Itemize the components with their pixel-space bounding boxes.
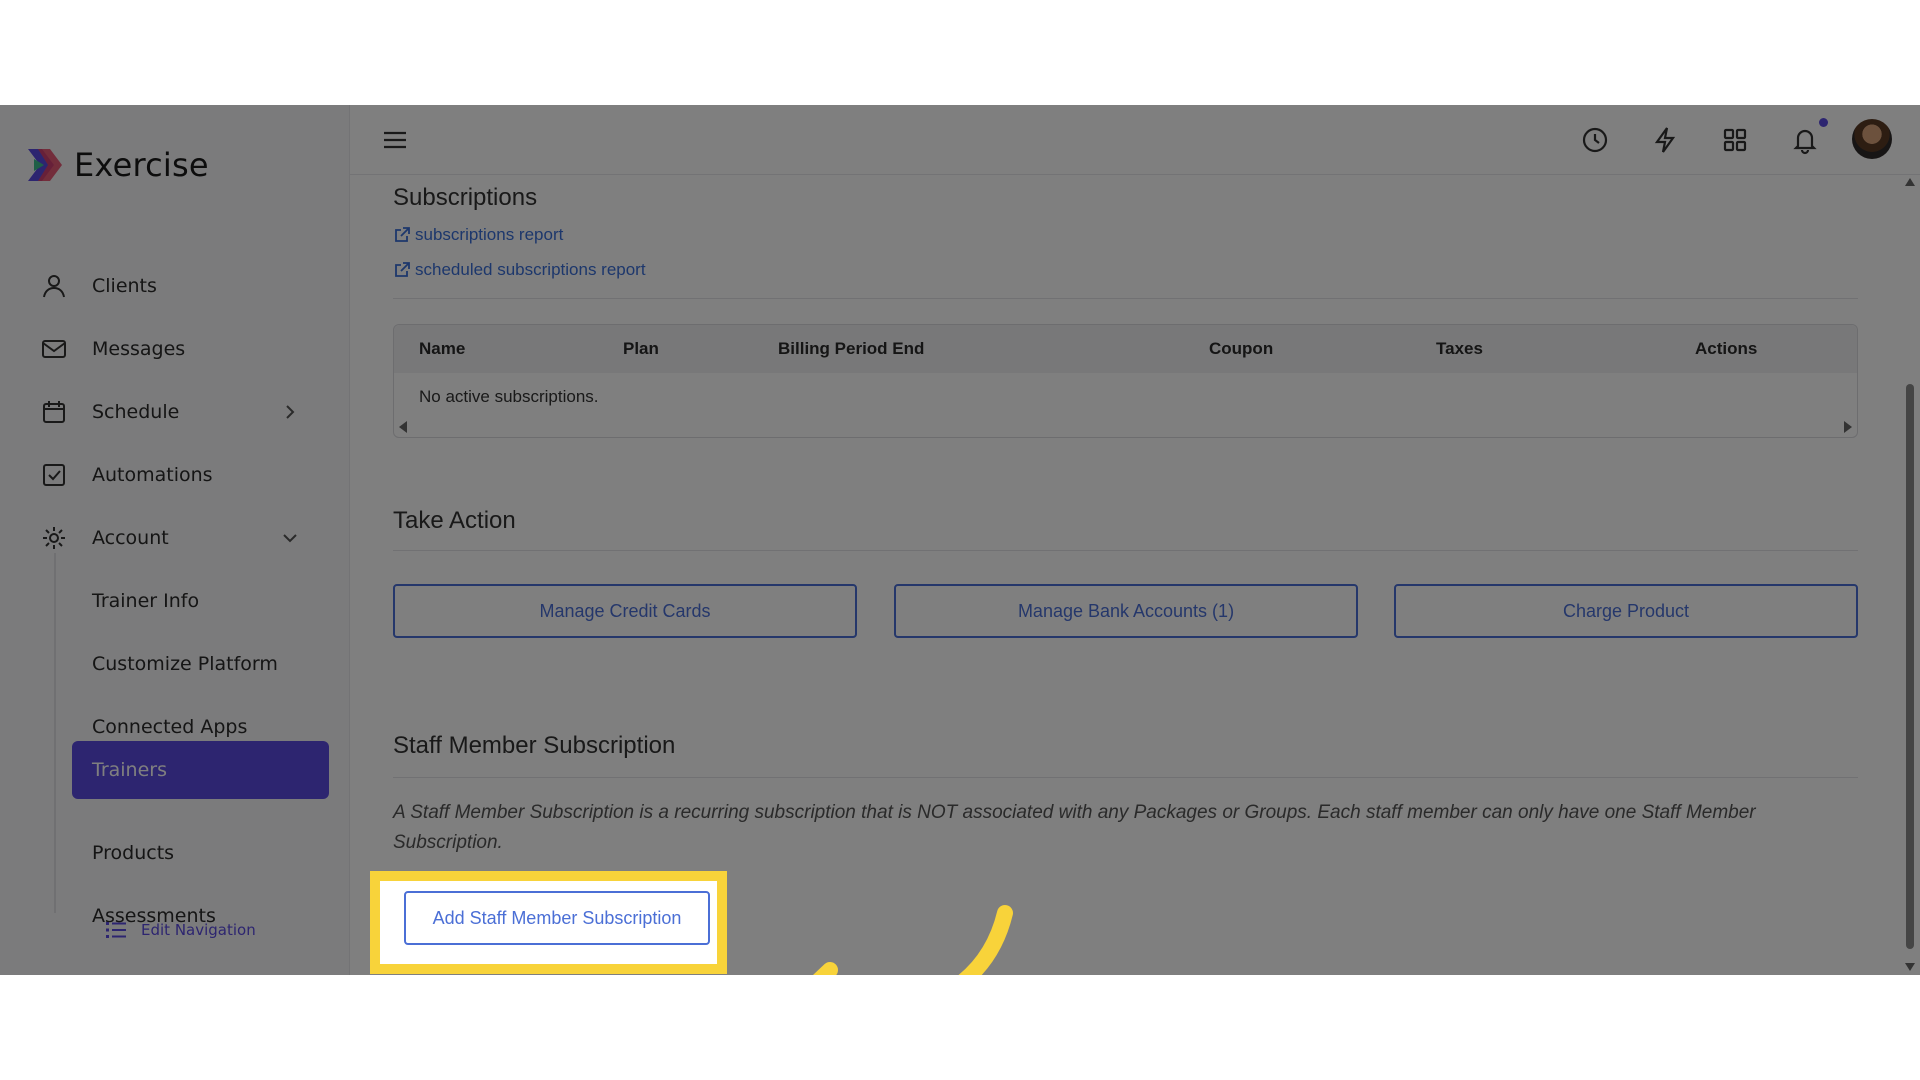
subscriptions-report-link[interactable]: subscriptions report	[393, 225, 563, 245]
sidebar-item-schedule[interactable]: Schedule	[40, 392, 310, 432]
sidebar-item-messages[interactable]: Messages	[40, 329, 310, 369]
take-action-title: Take Action	[393, 507, 516, 534]
staff-subscription-description: A Staff Member Subscription is a recurri…	[393, 802, 1756, 853]
sidebar-subitem-trainer-info[interactable]: Trainer Info	[92, 581, 199, 621]
sidebar-item-automations[interactable]: Automations	[40, 455, 310, 495]
chevron-right-icon	[286, 405, 295, 419]
sidebar-item-clients[interactable]: Clients	[40, 266, 310, 306]
manage-bank-accounts-button[interactable]: Manage Bank Accounts (1)	[894, 584, 1358, 638]
add-staff-member-subscription-button[interactable]: Add Staff Member Subscription	[404, 891, 710, 945]
column-header-plan[interactable]: Plan	[623, 339, 659, 359]
scroll-down-icon[interactable]	[1905, 963, 1915, 971]
table-header: Name Plan Billing Period End Coupon Taxe…	[394, 325, 1857, 373]
sidebar-subitem-products[interactable]: Products	[92, 833, 174, 873]
user-icon	[40, 272, 68, 300]
highlight-frame: Add Staff Member Subscription	[370, 871, 727, 974]
sidebar: Exercise Clients Messages Schedule Autom…	[0, 105, 350, 975]
empty-table-message: No active subscriptions.	[419, 387, 599, 406]
list-icon	[106, 922, 126, 938]
app-window: Exercise Clients Messages Schedule Autom…	[0, 105, 1920, 975]
sidebar-item-label: Automations	[92, 464, 213, 486]
main-content: Subscriptions subscriptions report sched…	[393, 174, 1858, 975]
divider	[393, 298, 1858, 299]
app-logo[interactable]: Exercise	[24, 145, 209, 185]
menu-icon[interactable]	[380, 125, 410, 155]
external-link-icon	[395, 227, 410, 242]
external-link-icon	[395, 262, 410, 277]
sidebar-item-label: Messages	[92, 338, 186, 360]
edit-navigation-label: Edit Navigation	[141, 921, 256, 939]
clock-icon[interactable]	[1580, 125, 1610, 155]
avatar[interactable]	[1852, 119, 1892, 159]
column-header-actions[interactable]: Actions	[1695, 339, 1757, 359]
gear-icon	[40, 524, 68, 552]
column-header-billing-period-end[interactable]: Billing Period End	[778, 339, 924, 359]
scheduled-subscriptions-report-link[interactable]: scheduled subscriptions report	[393, 260, 646, 280]
chevron-down-icon	[283, 534, 297, 543]
charge-product-button[interactable]: Charge Product	[1394, 584, 1858, 638]
scheduled-subscriptions-report-label: scheduled subscriptions report	[415, 260, 646, 279]
checkbox-icon	[40, 461, 68, 489]
annotation-arrow	[813, 905, 1013, 975]
column-header-name[interactable]: Name	[419, 339, 465, 359]
manage-credit-cards-button[interactable]: Manage Credit Cards	[393, 584, 857, 638]
sidebar-item-label: Schedule	[92, 401, 180, 423]
column-header-coupon[interactable]: Coupon	[1209, 339, 1273, 359]
bell-icon[interactable]	[1790, 125, 1820, 155]
notification-badge	[1819, 118, 1828, 127]
scroll-right-icon[interactable]	[1844, 421, 1852, 433]
subscriptions-title: Subscriptions	[393, 184, 538, 211]
lightning-icon[interactable]	[1650, 125, 1680, 155]
staff-subscription-title: Staff Member Subscription	[393, 732, 676, 759]
subscriptions-table: Name Plan Billing Period End Coupon Taxe…	[393, 324, 1858, 438]
sidebar-item-label: Clients	[92, 275, 157, 297]
divider	[393, 550, 1858, 551]
sidebar-item-label: Account	[92, 527, 169, 549]
scroll-up-icon[interactable]	[1905, 178, 1915, 186]
mail-icon	[40, 335, 68, 363]
logo-icon	[28, 149, 62, 181]
scroll-left-icon[interactable]	[399, 421, 407, 433]
divider	[393, 777, 1858, 778]
sidebar-subitem-customize-platform[interactable]: Customize Platform	[92, 644, 278, 684]
sidebar-subitem-trainers[interactable]: Trainers	[72, 741, 329, 799]
sidebar-item-account[interactable]: Account	[40, 518, 310, 558]
submenu-rail	[54, 553, 56, 913]
vertical-scrollbar[interactable]	[1903, 174, 1917, 975]
column-header-taxes[interactable]: Taxes	[1436, 339, 1483, 359]
subscriptions-report-label: subscriptions report	[415, 225, 564, 244]
scrollbar-thumb[interactable]	[1906, 384, 1914, 949]
grid-icon[interactable]	[1720, 125, 1750, 155]
app-name: Exercise	[74, 146, 209, 184]
edit-navigation-link[interactable]: Edit Navigation	[105, 919, 256, 941]
topbar	[350, 105, 1920, 175]
calendar-icon	[40, 398, 68, 426]
